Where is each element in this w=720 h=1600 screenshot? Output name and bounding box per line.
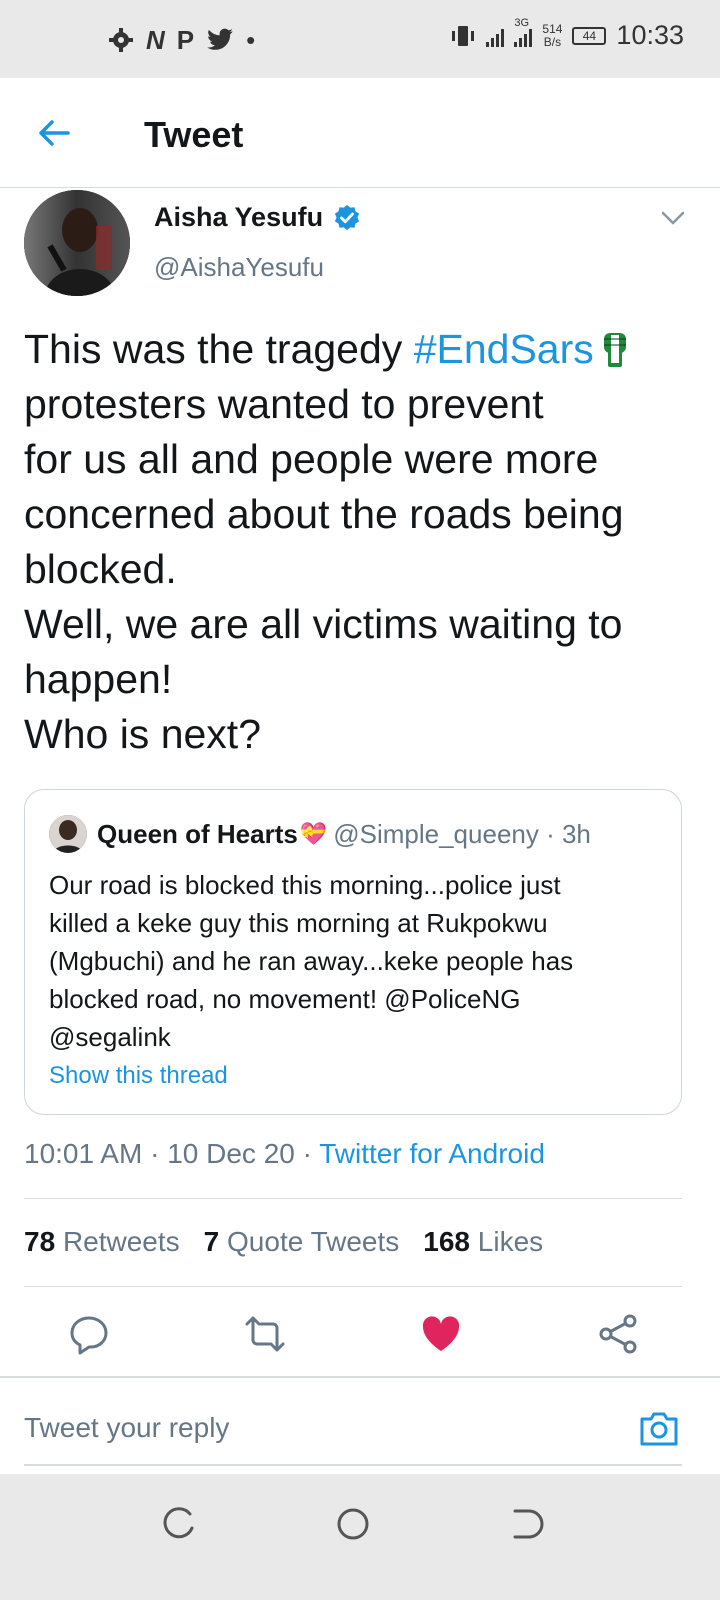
signal-icon xyxy=(486,25,505,47)
n-icon: N xyxy=(146,25,165,55)
likes-stat[interactable]: 168 Likes xyxy=(423,1226,543,1258)
meta-separator: · xyxy=(294,1138,320,1169)
tweet-actions xyxy=(0,1290,720,1376)
reply-bar: Tweet your reply xyxy=(0,1376,720,1474)
tweet-line: Well, we are all victims waiting to xyxy=(24,601,623,647)
p-icon: P xyxy=(176,25,195,55)
heart-ribbon-emoji: 💝 xyxy=(299,821,328,846)
twitter-icon xyxy=(207,28,233,50)
tweet-source-link[interactable]: Twitter for Android xyxy=(319,1138,545,1169)
retweets-stat[interactable]: 78 Retweets xyxy=(24,1226,180,1258)
notification-icons: N P • xyxy=(108,22,255,58)
gear-icon xyxy=(109,28,133,52)
tweet-time: 10:01 AM xyxy=(24,1138,143,1169)
author-handle[interactable]: @AishaYesufu xyxy=(154,252,324,283)
system-nav-bar xyxy=(0,1474,720,1600)
vibrate-icon xyxy=(452,25,475,46)
author-avatar[interactable] xyxy=(24,190,130,296)
app-header: Tweet xyxy=(0,78,720,188)
tweet-line: Who is next? xyxy=(24,711,261,757)
tweet-line: concerned about the roads being xyxy=(24,491,624,537)
chevron-down-icon[interactable] xyxy=(660,208,686,228)
quoted-tweet-text: Our road is blocked this morning...polic… xyxy=(49,866,669,1056)
hashtag-link[interactable]: #EndSars xyxy=(414,326,594,372)
quoted-tweet-header: Queen of Hearts 💝 @Simple_queeny · 3h xyxy=(49,815,591,853)
quoted-tweet[interactable]: Queen of Hearts 💝 @Simple_queeny · 3h Ou… xyxy=(24,789,682,1115)
quoted-author-name: Queen of Hearts xyxy=(97,818,298,849)
clock: 10:33 xyxy=(616,20,684,50)
quote-tweets-stat[interactable]: 7 Quote Tweets xyxy=(204,1226,400,1258)
show-thread-link[interactable]: Show this thread xyxy=(49,1062,228,1090)
back-arrow-icon[interactable] xyxy=(34,113,74,153)
reply-icon[interactable] xyxy=(67,1312,111,1356)
meta-separator: · xyxy=(142,1138,168,1169)
divider xyxy=(24,1198,682,1199)
reply-input[interactable]: Tweet your reply xyxy=(24,1412,229,1444)
tweet-stats: 78 Retweets 7 Quote Tweets 168 Likes xyxy=(24,1226,543,1258)
share-icon[interactable] xyxy=(596,1312,640,1356)
status-bar: N P • 3G 514 B/s 44 10:33 xyxy=(0,0,720,78)
quoted-author-handle: @Simple_queeny · 3h xyxy=(333,818,591,849)
back-nav-icon[interactable] xyxy=(505,1504,545,1544)
quote-line: Our road is blocked this morning...polic… xyxy=(49,870,561,900)
network-speed: 514 B/s xyxy=(542,21,563,49)
dot-icon: • xyxy=(246,24,256,55)
heart-icon[interactable] xyxy=(419,1312,463,1356)
divider xyxy=(24,1286,682,1287)
quote-line: (Mgbuchi) and he ran away...keke people … xyxy=(49,946,574,976)
tweet-meta: 10:01 AM · 10 Dec 20 · Twitter for Andro… xyxy=(24,1138,545,1170)
tweet-text: This was the tragedy #EndSars protesters… xyxy=(24,322,694,762)
tweet-line: This was the tragedy #EndSars xyxy=(24,322,694,377)
quote-line: killed a keke guy this morning at Rukpok… xyxy=(49,908,548,938)
tweet-date: 10 Dec 20 xyxy=(167,1138,295,1169)
network-label: 3G xyxy=(514,16,530,29)
signal-3g-icon: 3G xyxy=(514,17,533,47)
quote-line: @segalink xyxy=(49,1022,171,1052)
tweet-line: blocked. xyxy=(24,546,177,592)
verified-badge-icon xyxy=(334,204,360,230)
tweet-line: protesters wanted to prevent xyxy=(24,381,544,427)
system-indicators: 3G 514 B/s 44 10:33 xyxy=(450,17,684,51)
home-icon[interactable] xyxy=(333,1504,373,1544)
raised-fist-icon xyxy=(603,333,626,367)
camera-icon[interactable] xyxy=(638,1408,680,1448)
tweet-line: for us all and people were more xyxy=(24,436,599,482)
page-title: Tweet xyxy=(144,114,244,155)
retweet-icon[interactable] xyxy=(243,1312,287,1356)
tweet-line: happen! xyxy=(24,656,173,702)
battery-icon: 44 xyxy=(572,26,607,45)
author-name[interactable]: Aisha Yesufu xyxy=(154,202,323,233)
quote-line: blocked road, no movement! @PoliceNG xyxy=(49,984,521,1014)
recent-apps-icon[interactable] xyxy=(160,1504,200,1544)
quoted-author-avatar xyxy=(49,815,87,853)
divider xyxy=(24,1464,682,1466)
author-name-row: Aisha Yesufu xyxy=(154,202,361,233)
